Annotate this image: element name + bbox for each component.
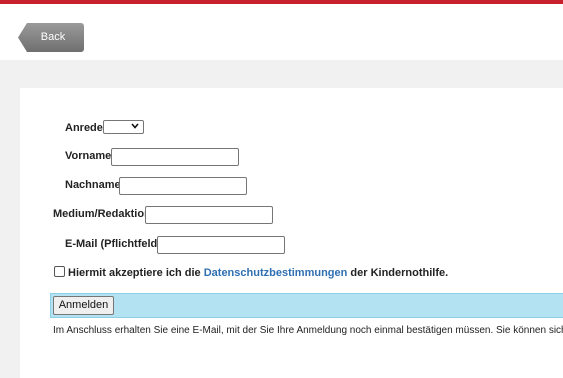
email-field[interactable] — [157, 236, 285, 254]
nachname-label: Nachname — [65, 179, 121, 191]
vorname-field[interactable] — [111, 148, 239, 166]
vorname-label: Vorname — [65, 150, 112, 162]
submit-bar — [50, 293, 563, 318]
consent-text: Hiermit akzeptiere ich die Datenschutzbe… — [68, 267, 448, 279]
anrede-select[interactable] — [103, 120, 144, 134]
back-button[interactable]: Back — [18, 23, 84, 52]
privacy-policy-link[interactable]: Datenschutzbestimmungen — [204, 267, 348, 279]
consent-checkbox[interactable] — [54, 266, 65, 277]
header: Back — [0, 4, 563, 60]
chevron-down-icon — [131, 123, 139, 129]
nachname-field[interactable] — [119, 177, 247, 195]
confirmation-note: Im Anschluss erhalten Sie eine E-Mail, m… — [53, 325, 563, 336]
medium-field[interactable] — [145, 206, 273, 224]
medium-label: Medium/Redaktion — [53, 208, 151, 220]
consent-prefix: Hiermit akzeptiere ich die — [68, 267, 204, 279]
anrede-label: Anrede — [65, 122, 103, 134]
consent-suffix: der Kindernothilfe. — [347, 267, 449, 279]
submit-button[interactable]: Anmelden — [53, 296, 114, 315]
email-label: E-Mail (Pflichtfeld) — [65, 238, 161, 250]
